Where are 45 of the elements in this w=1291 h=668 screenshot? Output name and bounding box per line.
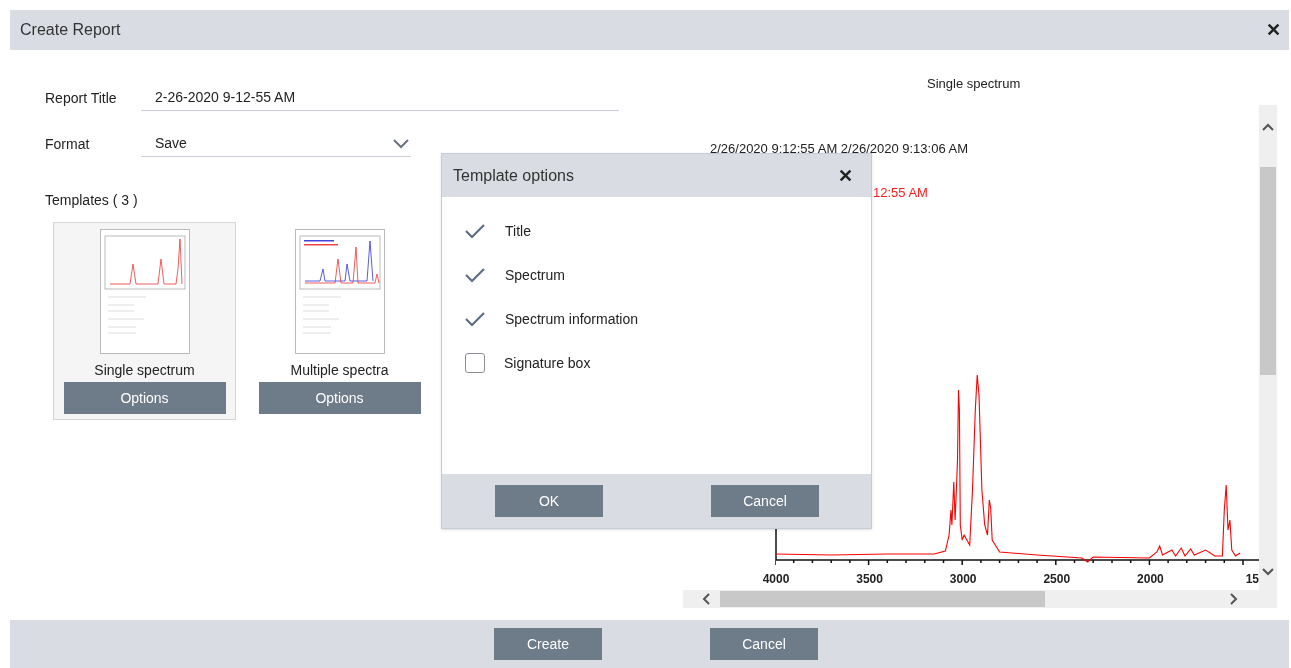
- close-button[interactable]: ✕: [1261, 18, 1285, 42]
- cancel-button[interactable]: Cancel: [711, 485, 819, 517]
- axis-tick-label: 4000: [762, 571, 790, 588]
- ok-button[interactable]: OK: [495, 485, 603, 517]
- checkbox[interactable]: [464, 265, 486, 285]
- close-button[interactable]: ✕: [838, 166, 853, 185]
- template-name: Multiple spectra: [290, 361, 389, 380]
- checkbox[interactable]: [464, 309, 486, 329]
- options-button[interactable]: Options: [258, 382, 421, 414]
- timestamp-text: 12:55 AM: [873, 183, 929, 202]
- chevron-right-icon: [1229, 593, 1239, 605]
- option-label: Spectrum: [505, 265, 565, 285]
- field-label: Format: [45, 134, 91, 154]
- options-button[interactable]: Options: [63, 382, 226, 414]
- chevron-left-icon: [701, 593, 711, 605]
- input-field[interactable]: 2-26-2020 9-12-55 AM: [141, 85, 619, 111]
- preview-title: Single spectrum: [927, 75, 1022, 93]
- axis-tick-label: 15: [1245, 571, 1259, 588]
- chevron-down-icon: [1262, 568, 1274, 576]
- timestamp-text: 2/26/2020 9:12:55 AM 2/26/2020 9:13:06 AM: [710, 140, 970, 158]
- chevron-down-icon: [393, 138, 409, 149]
- window-title: Create Report: [20, 20, 121, 40]
- chevron-up-icon: [1262, 123, 1274, 131]
- dropdown[interactable]: Save: [141, 131, 411, 157]
- checkbox[interactable]: [465, 353, 485, 373]
- section-label: Templates ( 3 ): [45, 191, 139, 208]
- scrollbar-thumb[interactable]: [720, 591, 1045, 607]
- template-name: Single spectrum: [94, 361, 195, 380]
- axis-tick-label: 2000: [1137, 571, 1164, 588]
- cancel-button[interactable]: Cancel: [710, 628, 818, 660]
- axis-tick-label: 3000: [949, 571, 977, 588]
- template-card[interactable]: Single spectrum Options: [53, 222, 236, 420]
- option-label: Signature box: [504, 353, 591, 373]
- vertical-scrollbar[interactable]: [1259, 105, 1277, 590]
- template-card[interactable]: Multiple spectra Options: [248, 222, 431, 420]
- axis-tick-label: 2500: [1043, 571, 1071, 588]
- create-button[interactable]: Create: [494, 628, 602, 660]
- option-label: Spectrum information: [505, 309, 639, 329]
- horizontal-scrollbar[interactable]: [683, 590, 1277, 608]
- axis-tick-label: 3500: [856, 571, 883, 588]
- dialog-title: Template options: [453, 165, 574, 186]
- option-label: Title: [505, 221, 531, 241]
- scrollbar-thumb[interactable]: [1260, 167, 1276, 375]
- checkbox[interactable]: [464, 221, 486, 241]
- field-label: Report Title: [45, 88, 118, 108]
